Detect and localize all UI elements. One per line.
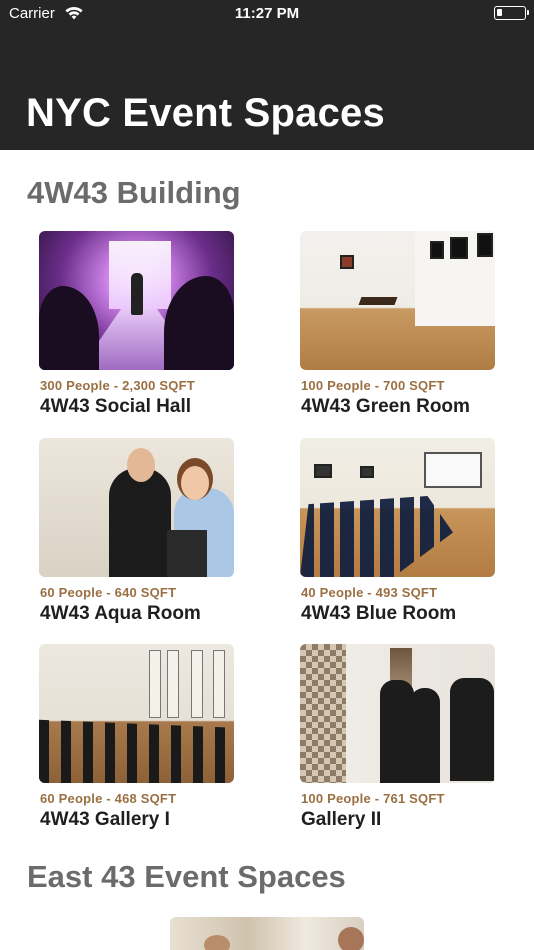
space-card-green-room[interactable]: 100 People - 700 SQFT 4W43 Green Room — [300, 231, 495, 417]
space-capacity: 300 People - 2,300 SQFT — [40, 378, 195, 393]
page-title: NYC Event Spaces — [26, 91, 385, 135]
space-photo-partial[interactable] — [170, 917, 364, 950]
space-capacity: 60 People - 640 SQFT — [40, 585, 177, 600]
space-name: 4W43 Social Hall — [40, 396, 192, 417]
space-capacity: 100 People - 700 SQFT — [301, 378, 445, 393]
space-photo — [39, 438, 234, 577]
space-photo — [39, 231, 234, 370]
space-card-gallery-1[interactable]: 60 People - 468 SQFT 4W43 Gallery I — [39, 644, 234, 830]
status-time: 11:27 PM — [234, 5, 300, 22]
space-capacity: 60 People - 468 SQFT — [40, 791, 177, 806]
space-photo — [39, 644, 234, 783]
space-card-aqua-room[interactable]: 60 People - 640 SQFT 4W43 Aqua Room — [39, 438, 234, 624]
space-card-social-hall[interactable]: 300 People - 2,300 SQFT 4W43 Social Hall — [39, 231, 234, 417]
navigation-header: Carrier 11:27 PM NYC Event Spaces — [0, 0, 534, 150]
space-name: 4W43 Green Room — [301, 396, 470, 417]
space-name: 4W43 Aqua Room — [40, 603, 201, 624]
section-title-4w43-building: 4W43 Building — [27, 175, 241, 210]
space-card-gallery-2[interactable]: 100 People - 761 SQFT Gallery II — [300, 644, 495, 830]
space-photo — [300, 644, 495, 783]
space-capacity: 100 People - 761 SQFT — [301, 791, 445, 806]
space-capacity: 40 People - 493 SQFT — [301, 585, 438, 600]
space-name: Gallery II — [301, 809, 382, 830]
section-title-east-43: East 43 Event Spaces — [27, 859, 346, 894]
battery-icon — [494, 6, 529, 20]
space-photo — [300, 231, 495, 370]
space-photo — [300, 438, 495, 577]
space-name: 4W43 Gallery I — [40, 809, 170, 830]
status-bar: Carrier 11:27 PM — [0, 0, 534, 30]
space-name: 4W43 Blue Room — [301, 603, 457, 624]
space-card-blue-room[interactable]: 40 People - 493 SQFT 4W43 Blue Room — [300, 438, 495, 624]
